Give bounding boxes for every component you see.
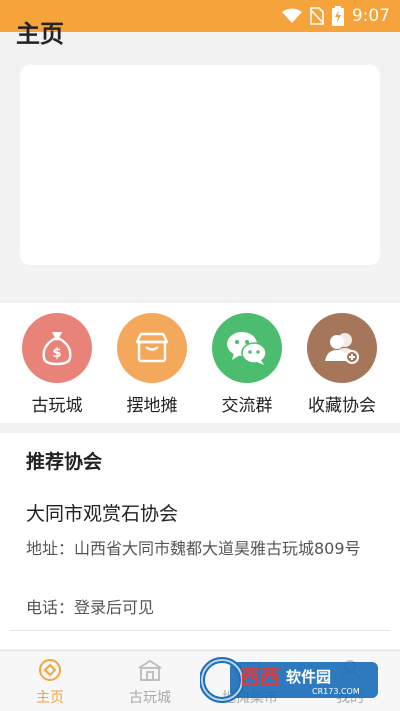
quick-link-label: 摆地摊 <box>126 396 178 416</box>
status-icons: 9:07 <box>281 6 390 26</box>
association-name[interactable]: 大同市观赏石协会 <box>26 499 178 526</box>
stall-icon <box>117 313 187 383</box>
quick-link-collection-association[interactable]: 收藏协会 <box>292 313 392 416</box>
building-icon <box>100 657 200 683</box>
svg-text:软件园: 软件园 <box>286 668 331 686</box>
association-phone: 电话：登录后可见 <box>26 598 155 617</box>
recommended-section: 推荐协会 大同市观赏石协会 地址：山西省大同市魏都大道昊雅古玩城809号 电话：… <box>0 433 400 649</box>
home-icon <box>0 657 100 683</box>
quick-link-label: 古玩城 <box>31 396 83 416</box>
divider <box>10 630 390 631</box>
tab-antique-city[interactable]: 古玩城 <box>100 657 200 707</box>
quick-link-stall[interactable]: 摆地摊 <box>102 313 202 416</box>
tab-label: 主页 <box>36 690 64 706</box>
quick-links: $ 古玩城 摆地摊 交流群 收藏协会 <box>0 303 400 423</box>
wechat-icon <box>212 313 282 383</box>
tab-home[interactable]: 主页 <box>0 657 100 707</box>
status-time: 9:07 <box>351 6 390 26</box>
svg-text:西西: 西西 <box>240 665 280 689</box>
watermark-logo: 西西 软件园 CR173.COM <box>200 657 378 703</box>
page-title: 主页 <box>16 20 64 48</box>
wifi-icon <box>281 8 302 23</box>
add-user-icon <box>307 313 377 383</box>
quick-link-label: 交流群 <box>221 396 273 416</box>
svg-text:$: $ <box>52 346 61 361</box>
banner-card[interactable] <box>20 65 380 265</box>
association-address: 地址：山西省大同市魏都大道昊雅古玩城809号 <box>26 539 361 558</box>
quick-link-chat-group[interactable]: 交流群 <box>197 313 297 416</box>
svg-text:CR173.COM: CR173.COM <box>312 687 360 696</box>
battery-charging-icon <box>331 6 344 26</box>
quick-link-label: 收藏协会 <box>308 396 376 416</box>
tab-label: 古玩城 <box>129 690 171 706</box>
money-bag-icon: $ <box>22 313 92 383</box>
section-title: 推荐协会 <box>26 451 103 473</box>
no-sim-icon <box>309 7 324 25</box>
quick-link-antique-city[interactable]: $ 古玩城 <box>7 313 107 416</box>
